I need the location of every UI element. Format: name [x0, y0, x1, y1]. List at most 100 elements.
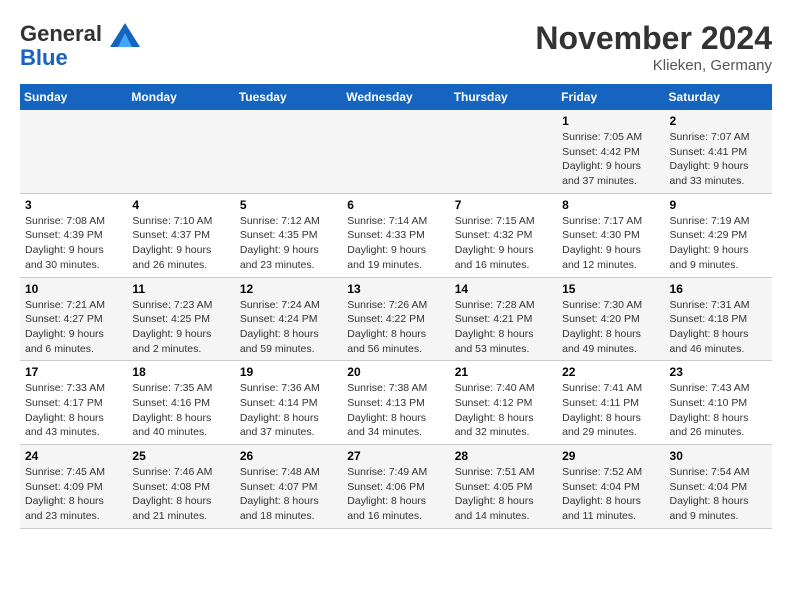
calendar-cell: 19 Sunrise: 7:36 AMSunset: 4:14 PMDayligh…	[235, 361, 342, 445]
title-block: November 2024 Klieken, Germany	[535, 20, 772, 74]
location: Klieken, Germany	[535, 57, 772, 74]
day-number: 11	[132, 282, 229, 296]
day-info: Sunrise: 7:33 AMSunset: 4:17 PMDaylight:…	[25, 381, 122, 440]
day-info: Sunrise: 7:28 AMSunset: 4:21 PMDaylight:…	[455, 298, 552, 357]
day-number: 10	[25, 282, 122, 296]
calendar-cell	[20, 110, 127, 193]
calendar-cell: 29 Sunrise: 7:52 AMSunset: 4:04 PMDayligh…	[557, 445, 664, 529]
day-info: Sunrise: 7:26 AMSunset: 4:22 PMDaylight:…	[347, 298, 444, 357]
calendar-cell: 20 Sunrise: 7:38 AMSunset: 4:13 PMDayligh…	[342, 361, 449, 445]
day-info: Sunrise: 7:43 AMSunset: 4:10 PMDaylight:…	[670, 381, 767, 440]
day-info: Sunrise: 7:17 AMSunset: 4:30 PMDaylight:…	[562, 214, 659, 273]
calendar-cell: 30Sunrise: 7:54 AMSunset: 4:04 PMDayligh…	[665, 445, 772, 529]
day-info: Sunrise: 7:08 AMSunset: 4:39 PMDaylight:…	[25, 214, 122, 273]
day-number: 27	[347, 449, 444, 463]
day-info: Sunrise: 7:24 AMSunset: 4:24 PMDaylight:…	[240, 298, 337, 357]
day-number: 7	[455, 198, 552, 212]
month-title: November 2024	[535, 20, 772, 57]
day-number: 9	[670, 198, 767, 212]
day-number: 22	[562, 365, 659, 379]
calendar-cell: 24Sunrise: 7:45 AMSunset: 4:09 PMDayligh…	[20, 445, 127, 529]
day-info: Sunrise: 7:49 AMSunset: 4:06 PMDaylight:…	[347, 465, 444, 524]
calendar-cell: 14 Sunrise: 7:28 AMSunset: 4:21 PMDayligh…	[450, 277, 557, 361]
day-info: Sunrise: 7:07 AMSunset: 4:41 PMDaylight:…	[670, 130, 767, 189]
calendar-cell	[450, 110, 557, 193]
calendar-cell: 8 Sunrise: 7:17 AMSunset: 4:30 PMDaylight…	[557, 193, 664, 277]
day-info: Sunrise: 7:35 AMSunset: 4:16 PMDaylight:…	[132, 381, 229, 440]
day-number: 18	[132, 365, 229, 379]
calendar-cell	[235, 110, 342, 193]
page-header: General Blue November 2024 Klieken, Germ…	[20, 20, 772, 74]
day-number: 21	[455, 365, 552, 379]
day-number: 25	[132, 449, 229, 463]
calendar-cell: 13 Sunrise: 7:26 AMSunset: 4:22 PMDayligh…	[342, 277, 449, 361]
day-number: 2	[670, 114, 767, 128]
calendar-cell: 10 Sunrise: 7:21 AMSunset: 4:27 PMDayligh…	[20, 277, 127, 361]
day-number: 28	[455, 449, 552, 463]
calendar-cell: 7 Sunrise: 7:15 AMSunset: 4:32 PMDaylight…	[450, 193, 557, 277]
logo-blue: Blue	[20, 45, 68, 70]
day-number: 13	[347, 282, 444, 296]
day-number: 20	[347, 365, 444, 379]
day-info: Sunrise: 7:14 AMSunset: 4:33 PMDaylight:…	[347, 214, 444, 273]
calendar-cell: 18 Sunrise: 7:35 AMSunset: 4:16 PMDayligh…	[127, 361, 234, 445]
day-info: Sunrise: 7:45 AMSunset: 4:09 PMDaylight:…	[25, 465, 122, 524]
calendar-cell: 5 Sunrise: 7:12 AMSunset: 4:35 PMDaylight…	[235, 193, 342, 277]
day-info: Sunrise: 7:12 AMSunset: 4:35 PMDaylight:…	[240, 214, 337, 273]
calendar-cell: 26 Sunrise: 7:48 AMSunset: 4:07 PMDayligh…	[235, 445, 342, 529]
week-row-3: 10 Sunrise: 7:21 AMSunset: 4:27 PMDayligh…	[20, 277, 772, 361]
calendar-cell: 2 Sunrise: 7:07 AMSunset: 4:41 PMDaylight…	[665, 110, 772, 193]
week-row-1: 1Sunrise: 7:05 AMSunset: 4:42 PMDaylight…	[20, 110, 772, 193]
day-number: 29	[562, 449, 659, 463]
day-number: 16	[670, 282, 767, 296]
calendar-cell: 27 Sunrise: 7:49 AMSunset: 4:06 PMDayligh…	[342, 445, 449, 529]
day-number: 14	[455, 282, 552, 296]
day-number: 19	[240, 365, 337, 379]
weekday-header-saturday: Saturday	[665, 84, 772, 110]
day-info: Sunrise: 7:36 AMSunset: 4:14 PMDaylight:…	[240, 381, 337, 440]
weekday-header-sunday: Sunday	[20, 84, 127, 110]
calendar-cell: 9 Sunrise: 7:19 AMSunset: 4:29 PMDaylight…	[665, 193, 772, 277]
calendar-cell: 11 Sunrise: 7:23 AMSunset: 4:25 PMDayligh…	[127, 277, 234, 361]
calendar-cell: 17 Sunrise: 7:33 AMSunset: 4:17 PMDayligh…	[20, 361, 127, 445]
weekday-header-wednesday: Wednesday	[342, 84, 449, 110]
day-number: 6	[347, 198, 444, 212]
day-number: 12	[240, 282, 337, 296]
calendar-cell: 22 Sunrise: 7:41 AMSunset: 4:11 PMDayligh…	[557, 361, 664, 445]
day-number: 15	[562, 282, 659, 296]
weekday-header-tuesday: Tuesday	[235, 84, 342, 110]
calendar-cell: 15Sunrise: 7:30 AMSunset: 4:20 PMDayligh…	[557, 277, 664, 361]
calendar-table: SundayMondayTuesdayWednesdayThursdayFrid…	[20, 84, 772, 529]
day-number: 8	[562, 198, 659, 212]
day-number: 26	[240, 449, 337, 463]
day-info: Sunrise: 7:48 AMSunset: 4:07 PMDaylight:…	[240, 465, 337, 524]
logo-general: General	[20, 21, 102, 46]
day-number: 17	[25, 365, 122, 379]
calendar-cell: 25 Sunrise: 7:46 AMSunset: 4:08 PMDayligh…	[127, 445, 234, 529]
weekday-header-row: SundayMondayTuesdayWednesdayThursdayFrid…	[20, 84, 772, 110]
day-number: 4	[132, 198, 229, 212]
day-info: Sunrise: 7:46 AMSunset: 4:08 PMDaylight:…	[132, 465, 229, 524]
week-row-4: 17 Sunrise: 7:33 AMSunset: 4:17 PMDayligh…	[20, 361, 772, 445]
calendar-cell: 4Sunrise: 7:10 AMSunset: 4:37 PMDaylight…	[127, 193, 234, 277]
logo: General Blue	[20, 20, 140, 70]
week-row-5: 24Sunrise: 7:45 AMSunset: 4:09 PMDayligh…	[20, 445, 772, 529]
day-info: Sunrise: 7:38 AMSunset: 4:13 PMDaylight:…	[347, 381, 444, 440]
weekday-header-thursday: Thursday	[450, 84, 557, 110]
weekday-header-friday: Friday	[557, 84, 664, 110]
weekday-header-monday: Monday	[127, 84, 234, 110]
day-number: 1	[562, 114, 659, 128]
calendar-cell: 16 Sunrise: 7:31 AMSunset: 4:18 PMDayligh…	[665, 277, 772, 361]
day-info: Sunrise: 7:52 AMSunset: 4:04 PMDaylight:…	[562, 465, 659, 524]
day-info: Sunrise: 7:15 AMSunset: 4:32 PMDaylight:…	[455, 214, 552, 273]
day-info: Sunrise: 7:23 AMSunset: 4:25 PMDaylight:…	[132, 298, 229, 357]
week-row-2: 3Sunrise: 7:08 AMSunset: 4:39 PMDaylight…	[20, 193, 772, 277]
day-info: Sunrise: 7:21 AMSunset: 4:27 PMDaylight:…	[25, 298, 122, 357]
calendar-cell	[127, 110, 234, 193]
day-info: Sunrise: 7:19 AMSunset: 4:29 PMDaylight:…	[670, 214, 767, 273]
day-info: Sunrise: 7:31 AMSunset: 4:18 PMDaylight:…	[670, 298, 767, 357]
day-info: Sunrise: 7:41 AMSunset: 4:11 PMDaylight:…	[562, 381, 659, 440]
calendar-cell: 28Sunrise: 7:51 AMSunset: 4:05 PMDayligh…	[450, 445, 557, 529]
calendar-cell: 21Sunrise: 7:40 AMSunset: 4:12 PMDayligh…	[450, 361, 557, 445]
day-number: 5	[240, 198, 337, 212]
